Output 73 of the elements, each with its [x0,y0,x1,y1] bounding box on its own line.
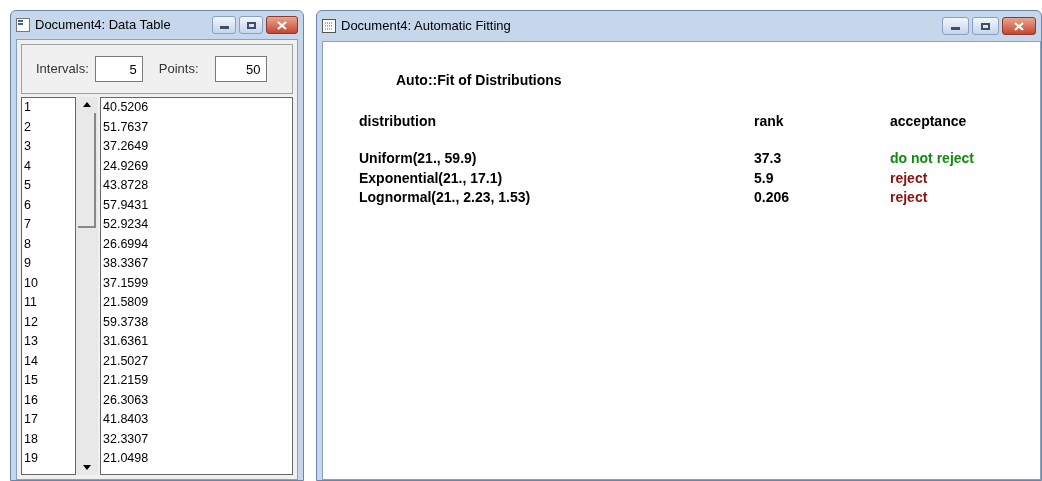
acceptance-cell-text: do not reject [890,149,975,168]
close-icon [277,20,287,30]
value-cell-text: 21.5809 [102,294,150,311]
acceptance-cell-text: reject [890,188,929,207]
rank-cell-text: 0.206 [754,188,791,207]
row-number: 8 [23,235,32,253]
value-cell-text: 51.7637 [102,118,150,136]
rank-cell-text: 37.3 [754,149,783,168]
minimize-icon [951,27,960,30]
distribution-cell-text: Lognormal(21., 2.23, 1.53) [359,188,532,207]
row-number: 1 [23,99,32,116]
points-label: Points: [158,60,199,79]
minimize-button[interactable] [942,17,969,35]
column-header: rank [754,112,785,131]
row-number: 6 [23,196,32,214]
close-button[interactable] [1002,17,1036,35]
value-cell-text: 32.3307 [102,430,150,448]
maximize-button[interactable] [972,17,999,35]
column-header: acceptance [890,112,968,131]
restore-icon [246,21,256,29]
value-cell-text: 21.0498 [102,450,150,467]
column-header: distribution [359,112,437,131]
row-number: 17 [23,411,39,428]
window-title: Document4: Automatic Fitting [341,17,512,36]
window-title: Document4: Data Table [35,16,172,35]
row-number: 14 [23,352,39,370]
row-number: 11 [23,294,38,311]
scroll-thumb[interactable] [78,113,96,228]
value-cell-text: 37.1599 [102,274,150,292]
value-cell-text: 57.9431 [102,196,150,214]
points-field[interactable]: 50 [214,56,267,82]
distribution-cell-text: Uniform(21., 59.9) [359,149,478,168]
row-number: 18 [23,430,39,448]
value-cell-text: 24.9269 [102,157,150,175]
row-number: 4 [23,157,32,175]
minimize-icon [219,26,229,29]
close-button[interactable] [266,16,298,34]
row-number: 5 [23,177,32,194]
row-number: 9 [23,255,32,272]
value-cell-text: 38.3367 [102,255,150,272]
row-number: 7 [23,216,32,233]
row-number: 15 [23,372,39,389]
intervals-field[interactable]: 5 [94,56,143,82]
value-cell-text: 43.8728 [102,177,150,194]
report-heading: Auto::Fit of Distributions [396,71,563,90]
close-icon [1014,21,1024,31]
value-cell-text: 59.3738 [102,313,150,331]
rank-cell-text: 5.9 [754,168,775,187]
scrollbar[interactable] [76,97,98,475]
value-cell-text: 21.2159 [102,372,150,389]
minimize-button[interactable] [212,16,236,34]
value-cell-text: 41.8403 [102,411,150,428]
value-cell-text: 40.5206 [102,99,150,116]
value-cell-text: 37.2649 [102,138,150,155]
row-number: 13 [23,333,39,350]
acceptance-cell-text: reject [890,168,929,187]
value-cell-text: 52.9234 [102,216,150,233]
value-cell-text: 21.5027 [102,352,150,370]
row-number: 10 [23,274,39,292]
row-number: 16 [23,391,39,409]
grid-window-icon [322,19,336,33]
distribution-cell-text: Exponential(21., 17.1) [359,168,504,187]
row-number: 3 [23,138,32,155]
table-window-icon [16,18,30,32]
restore-icon [981,22,990,30]
maximize-button[interactable] [239,16,263,34]
value-cell-text: 31.6361 [102,333,150,350]
row-number: 2 [23,118,32,136]
value-cell-text: 26.6994 [102,235,150,253]
row-number: 19 [23,450,39,467]
value-cell-text: 26.3063 [102,391,150,409]
row-number: 12 [23,313,39,331]
intervals-label: Intervals: [36,60,89,79]
